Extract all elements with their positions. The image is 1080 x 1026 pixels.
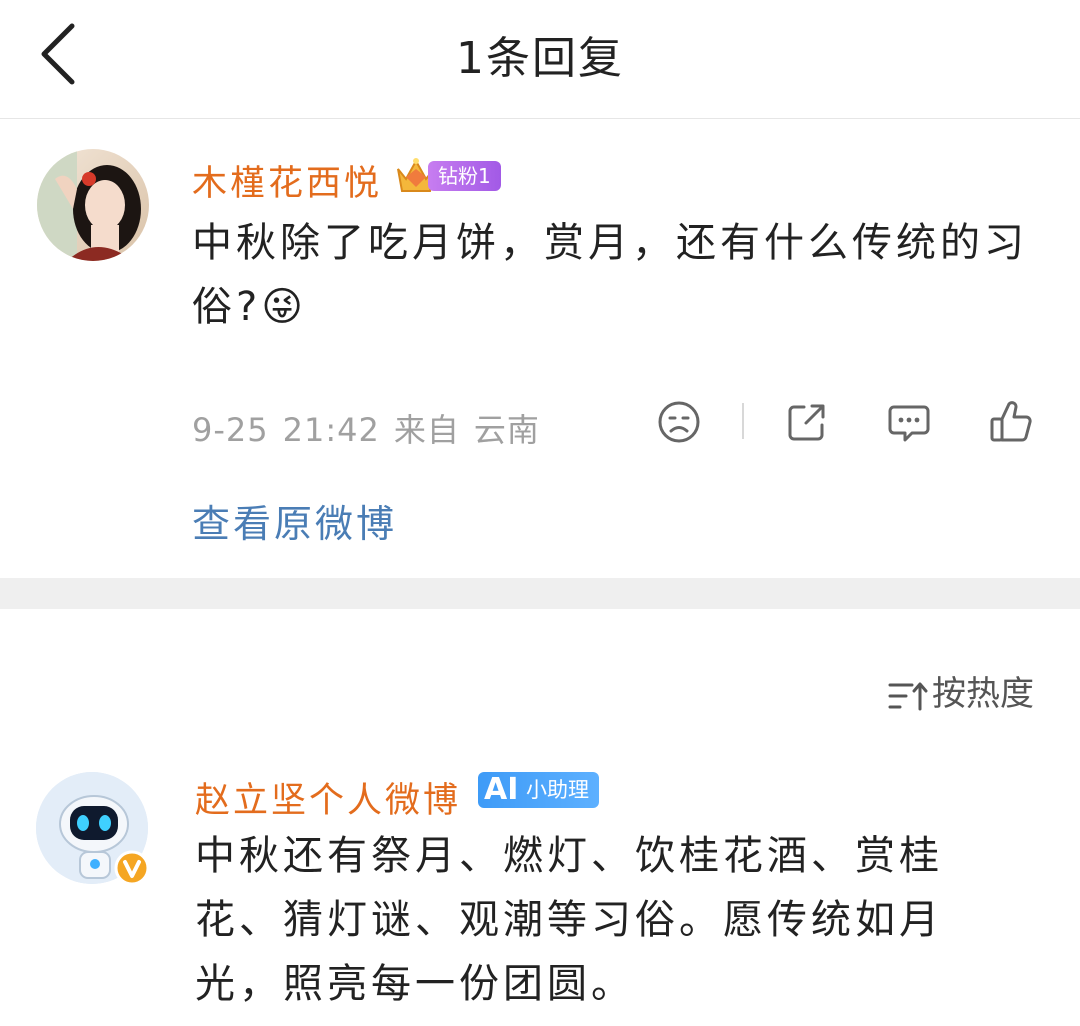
fan-badge-label: 钻粉1 [428, 161, 501, 191]
sad-face-icon [658, 401, 700, 443]
sort-label: 按热度 [932, 674, 1034, 714]
reply-username[interactable]: 赵立坚个人微博 [195, 772, 461, 823]
comment-text: 中秋除了吃月饼，赏月，还有什么传统的习俗?😜 [192, 220, 1028, 330]
comment-date: 9-25 [192, 411, 269, 449]
username[interactable]: 木槿花西悦 [192, 155, 382, 206]
view-original-weibo-link[interactable]: 查看原微博 [192, 493, 397, 548]
page-title: 1条回复 [456, 33, 624, 84]
like-button[interactable] [988, 399, 1034, 445]
comment-source-label: 来自 [393, 411, 460, 449]
sort-by-hot-button[interactable]: 按热度 [888, 666, 1034, 715]
thumbs-up-icon [990, 401, 1032, 442]
original-comment: 木槿花西悦 钻粉1 中秋除了吃月饼，赏月，还有什么传统的习俗?😜 9-25 21:… [0, 119, 1080, 577]
section-separator [0, 578, 1080, 609]
comment-location: 云南 [473, 411, 540, 449]
action-divider [742, 403, 744, 439]
dislike-button[interactable] [656, 399, 702, 445]
share-button[interactable] [784, 399, 830, 445]
sort-icon [888, 682, 928, 710]
avatar[interactable] [37, 149, 149, 261]
reply-text: 中秋还有祭月、燃灯、饮桂花酒、赏桂花、猜灯谜、观潮等习俗。愿传统如月光，照亮每一… [195, 833, 943, 1007]
comment-meta: 9-25 21:42 来自 云南 [192, 405, 554, 451]
avatar-image [37, 149, 149, 261]
share-icon [788, 404, 825, 441]
top-bar: 1条回复 [0, 0, 1080, 119]
ai-badge-mark: AI [484, 772, 519, 807]
comment-button[interactable] [886, 399, 932, 445]
comment-time: 21:42 [282, 411, 380, 449]
verified-icon [114, 850, 150, 886]
comment-icon [888, 405, 930, 442]
